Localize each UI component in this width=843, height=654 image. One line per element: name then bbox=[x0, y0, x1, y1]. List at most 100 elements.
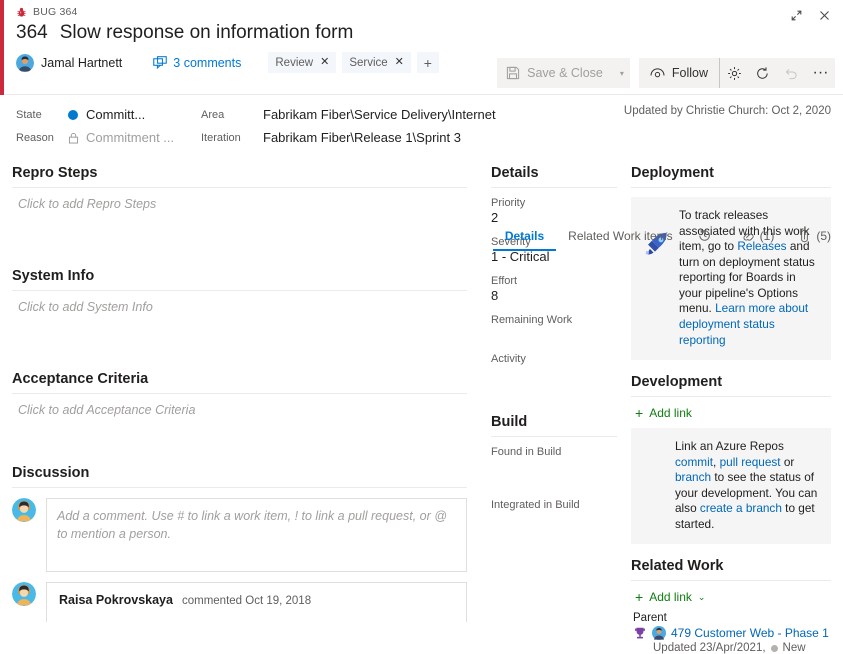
parent-label: Parent bbox=[633, 612, 667, 625]
window-controls bbox=[783, 3, 837, 27]
commit-link[interactable]: commit bbox=[675, 455, 713, 469]
lock-icon bbox=[68, 132, 79, 144]
avatar bbox=[12, 582, 36, 606]
comment-timestamp: commented Oct 19, 2018 bbox=[181, 595, 312, 607]
found-in-build-field: Found in Build bbox=[491, 446, 617, 478]
tag-label: Review bbox=[275, 56, 314, 69]
integrated-in-build-value[interactable] bbox=[491, 512, 617, 531]
found-in-build-value[interactable] bbox=[491, 459, 617, 478]
tag-label: Service bbox=[349, 56, 388, 69]
assignee-name: Jamal Hartnett bbox=[41, 55, 123, 70]
follow-button[interactable]: Follow bbox=[638, 58, 719, 88]
add-tag-button[interactable]: + bbox=[416, 52, 439, 73]
parent-link[interactable]: 479 Customer Web - Phase 1 bbox=[671, 626, 829, 640]
severity-value[interactable]: 1 - Critical bbox=[491, 249, 617, 268]
comment-input[interactable]: Add a comment. Use # to link a work item… bbox=[46, 498, 467, 572]
pull-request-link[interactable]: pull request bbox=[720, 455, 781, 469]
tab-links[interactable]: (1) bbox=[729, 222, 787, 251]
expand-icon[interactable] bbox=[783, 3, 809, 27]
state-value: Committ... bbox=[86, 107, 146, 122]
plus-icon: + bbox=[635, 589, 644, 606]
create-branch-link[interactable]: create a branch bbox=[700, 501, 782, 515]
activity-value[interactable] bbox=[491, 366, 617, 385]
plus-icon: + bbox=[635, 405, 644, 422]
save-and-close-button[interactable]: Save & Close ▾ bbox=[497, 58, 630, 88]
tag-remove-icon[interactable]: ✕ bbox=[395, 57, 404, 68]
comments-count-label: 3 comments bbox=[173, 55, 242, 70]
assigned-to[interactable]: Jamal Hartnett bbox=[16, 53, 123, 72]
development-info-card: Link an Azure Repos commit, pull request… bbox=[631, 428, 831, 545]
avatar bbox=[652, 626, 666, 641]
left-column: Repro Steps Click to add Repro Steps Sys… bbox=[0, 153, 485, 622]
divider bbox=[12, 487, 467, 488]
tag-remove-icon[interactable]: ✕ bbox=[320, 57, 329, 68]
tag-review[interactable]: Review ✕ bbox=[268, 52, 337, 73]
add-link-label: Add link bbox=[649, 590, 692, 605]
field-line-reason: Reason Commitment ... Iteration Fabrikam… bbox=[16, 126, 843, 149]
system-info-input[interactable]: Click to add System Info bbox=[12, 300, 467, 314]
divider bbox=[491, 436, 617, 437]
parent-updated: Updated 23/Apr/2021, bbox=[653, 642, 766, 654]
refresh-icon[interactable] bbox=[748, 58, 777, 88]
avatar bbox=[12, 498, 36, 522]
integrated-in-build-label: Integrated in Build bbox=[491, 499, 580, 511]
link-icon bbox=[743, 233, 754, 241]
divider bbox=[12, 187, 467, 188]
divider bbox=[631, 187, 831, 188]
divider bbox=[491, 187, 617, 188]
area-value[interactable]: Fabrikam Fiber\Service Delivery\Internet bbox=[263, 107, 496, 122]
divider bbox=[12, 393, 467, 394]
development-add-link-button[interactable]: + Add link bbox=[635, 406, 831, 420]
tab-related-work-items[interactable]: Related Work items bbox=[556, 222, 684, 251]
breadcrumb-label: BUG 364 bbox=[33, 6, 78, 18]
avatar bbox=[16, 53, 34, 72]
comments-link[interactable]: 3 comments bbox=[153, 56, 241, 70]
iteration-label: Iteration bbox=[201, 131, 241, 144]
iteration-value[interactable]: Fabrikam Fiber\Release 1\Sprint 3 bbox=[263, 130, 461, 145]
parent-state: New bbox=[782, 642, 806, 654]
related-work-heading: Related Work bbox=[631, 558, 724, 575]
development-text: Link an Azure Repos commit, pull request… bbox=[675, 439, 818, 531]
divider bbox=[631, 396, 831, 398]
comment-card[interactable]: Raisa Pokrovskaya commented Oct 19, 2018 bbox=[46, 582, 467, 622]
updated-by-text: Updated by Christie Church: Oct 2, 2020 bbox=[623, 105, 831, 117]
tag-service[interactable]: Service ✕ bbox=[342, 52, 411, 73]
reason-field: Commitment ... bbox=[68, 130, 201, 145]
state-field[interactable]: Committ... bbox=[68, 107, 201, 122]
more-actions-icon[interactable]: ··· bbox=[806, 58, 835, 88]
tab-details[interactable]: Details bbox=[492, 222, 557, 251]
gear-icon[interactable] bbox=[719, 58, 748, 88]
parent-work-item[interactable]: 479 Customer Web - Phase 1 bbox=[633, 626, 831, 641]
undo-icon bbox=[777, 58, 806, 88]
remaining-work-value[interactable] bbox=[491, 327, 617, 346]
tab-attachments[interactable]: (5) bbox=[786, 222, 843, 251]
acceptance-criteria-input[interactable]: Click to add Acceptance Criteria bbox=[12, 403, 467, 417]
chevron-down-icon[interactable]: ▾ bbox=[620, 69, 624, 78]
close-icon[interactable] bbox=[811, 3, 837, 27]
title-row: 364 Slow response on information form bbox=[0, 18, 843, 44]
reason-value: Commitment ... bbox=[86, 130, 175, 145]
attachment-icon bbox=[801, 229, 809, 242]
tab-history[interactable] bbox=[685, 222, 729, 251]
details-column: Details Priority 2 Severity 1 - Critical… bbox=[485, 153, 625, 538]
details-heading: Details bbox=[491, 165, 539, 181]
branch-link[interactable]: branch bbox=[675, 470, 711, 484]
breadcrumb: BUG 364 bbox=[0, 0, 843, 18]
system-info-heading: System Info bbox=[12, 268, 95, 284]
epic-trophy-icon bbox=[634, 628, 646, 639]
tab-bar: Details Related Work items (1) (5) bbox=[492, 222, 843, 251]
activity-field: Activity bbox=[491, 353, 617, 385]
effort-value[interactable]: 8 bbox=[491, 288, 617, 307]
deployment-heading: Deployment bbox=[631, 165, 714, 181]
tab-label: Related Work items bbox=[568, 228, 673, 243]
work-item-id: 364 bbox=[16, 22, 48, 43]
area-label: Area bbox=[201, 108, 225, 121]
related-work-add-link-button[interactable]: + Add link ⌄ bbox=[635, 590, 831, 604]
bug-icon bbox=[17, 7, 26, 17]
follow-eye-icon bbox=[650, 68, 665, 78]
repro-steps-input[interactable]: Click to add Repro Steps bbox=[12, 197, 467, 211]
effort-field: Effort 8 bbox=[491, 275, 617, 307]
work-item-title[interactable]: Slow response on information form bbox=[60, 22, 354, 44]
